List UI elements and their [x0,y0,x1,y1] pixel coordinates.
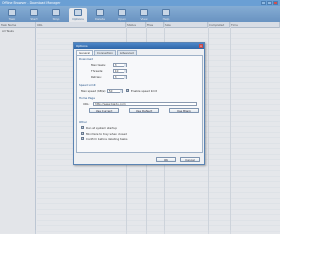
dialog-title: Options [76,44,88,48]
threads-stepper[interactable]: 10 [113,68,127,73]
max-speed-label: Max speed (KB/s): [81,89,107,93]
max-tasks-stepper[interactable]: 3 [113,62,127,67]
tray-label: Minimize to tray when closed [86,131,127,136]
use-blank-button[interactable]: Use Blank [169,108,199,113]
homepage-url-label: URL: [83,102,90,106]
tab-panel-general: Download Max tasks: 3 Threads: 10 Retrie… [76,55,203,153]
cancel-button[interactable]: Cancel [180,157,200,162]
confirm-delete-checkbox[interactable]: ✓ [81,137,84,140]
maximize-button[interactable] [267,1,272,5]
startup-label: Run at system startup [86,126,118,130]
download-group-title: Download [79,57,93,61]
options-dialog: Options × General Connection Advanced Do… [73,42,205,165]
use-current-button[interactable]: Use Current [89,108,119,113]
tray-checkbox[interactable]: ✓ [81,131,84,135]
retries-label: Retries: [91,75,102,79]
threads-label: Threads: [91,69,104,73]
max-tasks-label: Max tasks: [91,63,106,67]
speed-limit-checkbox[interactable]: ✓ [126,89,129,92]
stepper-arrows-icon[interactable] [124,75,126,79]
minimize-button[interactable] [261,1,266,5]
bottom-fade [0,230,280,270]
homepage-group-title: Home Page [79,96,95,100]
ok-button[interactable]: OK [156,157,176,162]
confirm-delete-label: Confirm before deleting tasks [86,137,128,141]
dialog-titlebar: Options × [74,43,204,49]
close-button[interactable] [273,1,278,5]
speed-group-title: Speed Limit [79,83,96,87]
use-default-button[interactable]: Use Default [129,108,159,113]
other-group-title: Other [79,120,87,124]
max-speed-stepper[interactable]: 50 [107,88,123,93]
dialog-close-icon[interactable]: × [199,44,203,48]
stepper-arrows-icon[interactable] [124,63,126,67]
stepper-arrows-icon[interactable] [124,69,126,73]
stepper-arrows-icon[interactable] [120,89,122,93]
homepage-url-input[interactable]: http://www.baidu.com [93,101,197,106]
retries-stepper[interactable]: 3 [113,74,127,79]
window-title: Offline Browser - Download Manager [2,1,61,5]
speed-limit-label: Enable speed limit [131,89,157,93]
startup-checkbox[interactable]: ✓ [81,126,84,129]
